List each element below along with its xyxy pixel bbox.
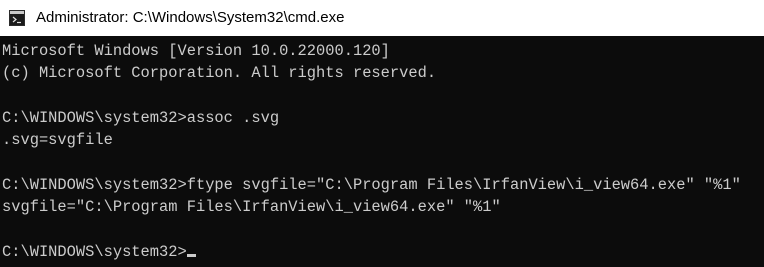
cmd-window: Administrator: C:\Windows\System32\cmd.e… [0,0,764,267]
console-output[interactable]: Microsoft Windows [Version 10.0.22000.12… [0,36,764,267]
window-title: Administrator: C:\Windows\System32\cmd.e… [36,9,345,26]
console-line: C:\WINDOWS\system32>assoc .svg [2,108,280,127]
console-line: (c) Microsoft Corporation. All rights re… [2,64,437,83]
cmd-icon[interactable] [9,10,25,26]
console-line: C:\WINDOWS\system32>ftype svgfile="C:\Pr… [2,175,741,194]
command-prompt-line[interactable]: C:\WINDOWS\system32> [2,241,764,263]
prompt-text: C:\WINDOWS\system32> [2,242,187,261]
title-bar[interactable]: Administrator: C:\Windows\System32\cmd.e… [0,0,764,36]
console-line: .svg=svgfile [2,131,113,150]
console-line: Microsoft Windows [Version 10.0.22000.12… [2,42,390,60]
text-cursor [186,253,196,257]
console-line: svgfile="C:\Program Files\IrfanView\i_vi… [2,198,501,217]
